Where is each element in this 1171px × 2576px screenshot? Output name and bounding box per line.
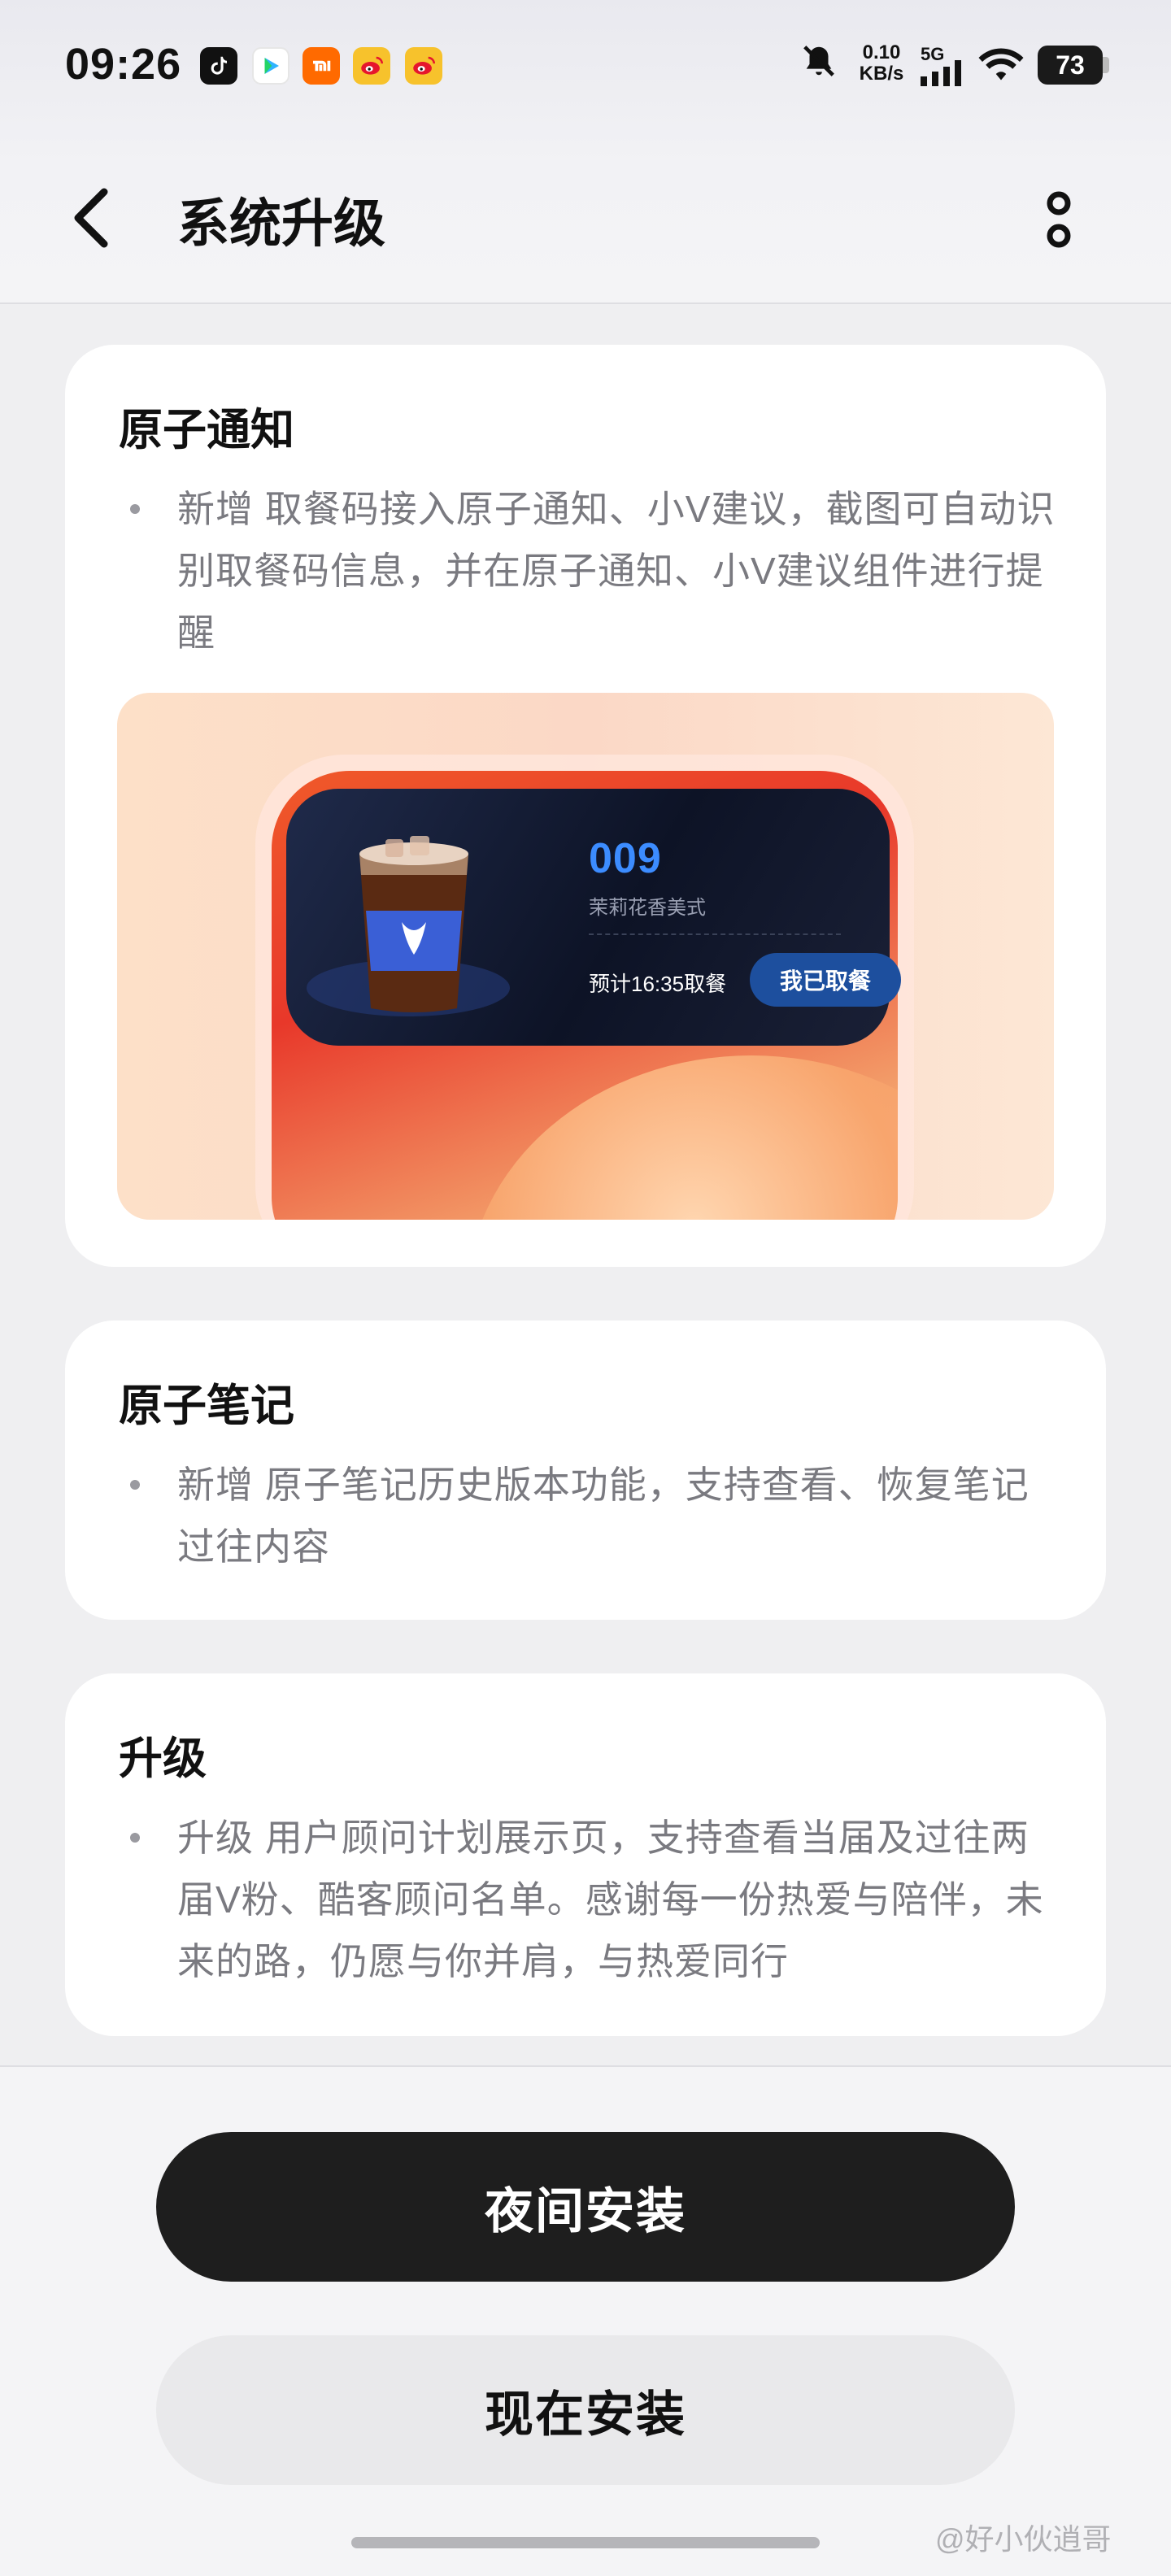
- more-vertical-icon: [1047, 191, 1071, 248]
- battery-indicator: 73: [1038, 46, 1103, 85]
- watermark: @好小伙逍哥: [935, 2522, 1112, 2556]
- card-title: 原子笔记: [119, 1382, 294, 1430]
- network-speed: 0.10 KB/s: [855, 42, 908, 85]
- changelog-card-atomic-notes: 原子笔记 新增 原子笔记历史版本功能，支持查看、恢复笔记过往内容: [65, 1321, 1106, 1620]
- chevron-left-icon: [74, 188, 108, 248]
- wallpaper-swoosh: [467, 1055, 898, 1220]
- top-area: 09:26 0.10 KB/s 5G 73 系统升级: [0, 0, 1171, 304]
- picked-up-button: 我已取餐: [750, 953, 901, 1007]
- pickup-order-number: 009: [589, 835, 662, 882]
- changelog-card-atomic-notification: 原子通知 新增 取餐码接入原子通知、小V建议，截图可自动识别取餐码信息，并在原子…: [65, 345, 1106, 1267]
- home-indicator[interactable]: [351, 2537, 820, 2548]
- back-button[interactable]: [65, 185, 122, 250]
- install-now-button[interactable]: 现在安装: [156, 2335, 1015, 2485]
- changelog-card-upgrade: 升级 升级 用户顾问计划展示页，支持查看当届及过往两届V粉、酷客顾问名单。感谢每…: [65, 1673, 1106, 2036]
- battery-cap: [1103, 57, 1109, 73]
- bullet-dot: [130, 504, 140, 514]
- changelog-text: 新增 原子笔记历史版本功能，支持查看、恢复笔记过往内容: [177, 1464, 1030, 1568]
- tiktok-icon: [200, 47, 237, 85]
- install-at-night-button[interactable]: 夜间安装: [156, 2132, 1015, 2282]
- network-speed-value: 0.10: [862, 41, 901, 63]
- page-title: 系统升级: [177, 194, 385, 253]
- wifi-icon: [976, 46, 1026, 94]
- changelog-text: 升级 用户顾问计划展示页，支持查看当届及过往两届V粉、酷客顾问名单。感谢每一份热…: [177, 1817, 1044, 1982]
- weibo-icon: [353, 47, 390, 85]
- status-time: 09:26: [65, 40, 182, 89]
- changelog-text: 新增 取餐码接入原子通知、小V建议，截图可自动识别取餐码信息，并在原子通知、小V…: [177, 488, 1056, 654]
- card-title: 原子通知: [119, 406, 294, 455]
- status-bar: 09:26 0.10 KB/s 5G 73: [0, 0, 1171, 130]
- bullet-dot: [130, 1833, 140, 1843]
- video-app-icon: [252, 47, 289, 85]
- bullet-dot: [130, 1480, 140, 1490]
- more-options-button[interactable]: [1026, 181, 1091, 262]
- mi-icon: [303, 47, 340, 85]
- page-header: 系统升级: [0, 146, 1171, 285]
- pickup-item-name: 茉莉花香美式: [589, 897, 706, 919]
- coffee-cup-image: [353, 833, 475, 1016]
- mute-bell-icon: [800, 41, 841, 89]
- feature-illustration: 009 茉莉花香美式 预计16:35取餐 我已取餐: [117, 693, 1054, 1220]
- weibo-icon: [405, 47, 442, 85]
- island-divider: [589, 933, 841, 935]
- card-title: 升级: [119, 1734, 207, 1783]
- network-speed-unit: KB/s: [859, 63, 904, 85]
- pickup-eta: 预计16:35取餐: [589, 972, 727, 996]
- signal-icon: [921, 60, 966, 109]
